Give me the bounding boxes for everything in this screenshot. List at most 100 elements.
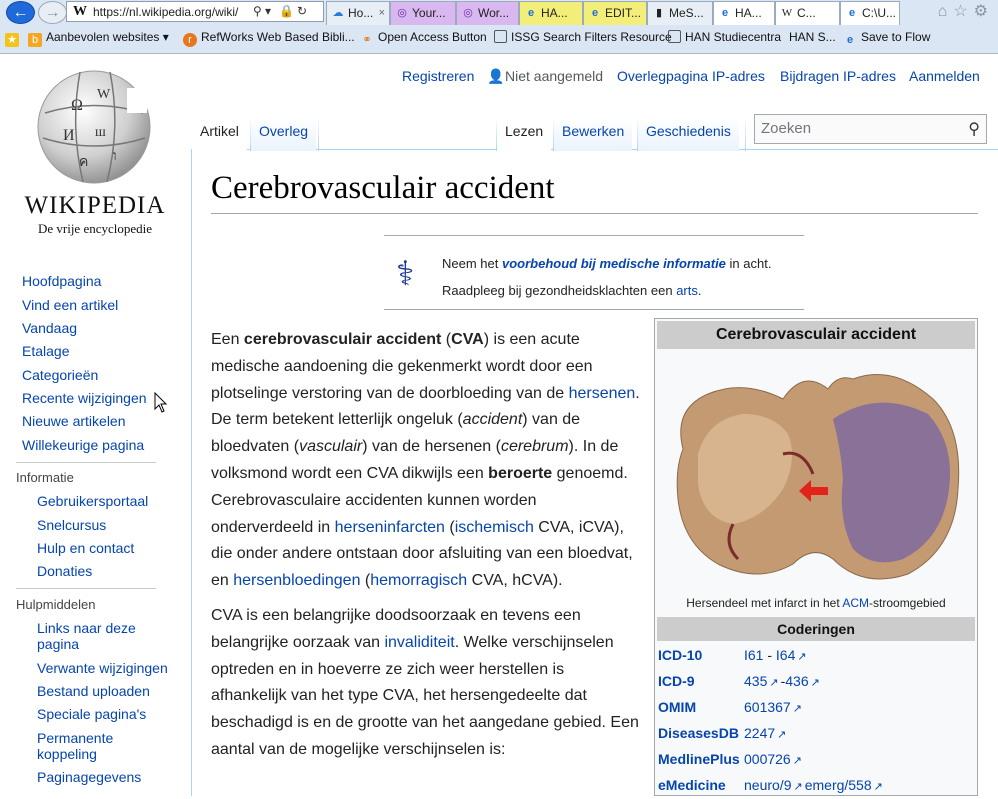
tab-label: Your... [412,6,446,20]
code-label[interactable]: ICD-9 [658,673,695,689]
sidebar-item-verwante-wijzigingen[interactable]: Verwante wijzigingen [37,660,168,676]
tab-history[interactable]: Geschiedenis [638,117,739,151]
address-bar[interactable]: W https://nl.wikipedia.org/wiki/ ⚲ ▾ 🔒 ↻ [66,1,324,22]
sidebar-item-recente-wijzigingen[interactable]: Recente wijzigingen [22,390,147,406]
sidebar-item-hoofdpagina[interactable]: Hoofdpagina [22,273,101,289]
codes-heading: Coderingen [657,617,975,641]
code-label[interactable]: MedlinePlus [658,751,740,767]
browser-tab-8[interactable]: W C... [775,1,840,25]
code-link[interactable]: 000726 [744,751,791,767]
sidebar-item-donaties[interactable]: Donaties [37,563,92,579]
code-label[interactable]: eMedicine [658,777,726,793]
browser-tab-4[interactable]: e HA... [519,1,583,25]
browser-tab-9[interactable]: e C:\U... [840,1,900,25]
search-icon[interactable]: ⚲ [253,4,262,18]
tab-edit[interactable]: Bewerken [554,117,633,151]
link-herseninfarcten[interactable]: herseninfarcten [335,519,445,536]
search-box[interactable]: Zoeken ⚲ [754,114,987,144]
browser-tab-6[interactable]: ▮ MeS... [647,1,713,25]
sidebar-heading-hulpmiddelen: Hulpmiddelen [16,597,96,612]
code-label[interactable]: DiseasesDB [658,725,739,741]
arts-link[interactable]: arts [676,283,698,298]
sidebar-item-willekeurige-pagina[interactable]: Willekeurige pagina [22,437,144,453]
tab-label: HA... [735,6,762,20]
refresh-icon[interactable]: ↻ [297,4,307,18]
code-link[interactable]: neuro/9 [744,777,791,793]
code-link[interactable]: 2247 [744,725,775,741]
tab-talk[interactable]: Overleg [251,117,317,151]
logo-tagline: De vrije encyclopedie [37,221,153,236]
link-hersenen[interactable]: hersenen [569,385,636,402]
contrib-ip-link[interactable]: Bijdragen IP-adres [780,68,896,84]
favorite-refworks[interactable]: r RefWorks Web Based Bibli... [183,30,355,47]
tab-read[interactable]: Lezen [497,117,552,151]
sidebar-item-speciale-pagina-s[interactable]: Speciale pagina's [37,706,146,722]
code-link[interactable]: 436 [785,673,808,689]
register-link[interactable]: Registreren [402,68,474,84]
wikipedia-logo[interactable]: Ω W И ш ו ค WIKIPEDIA De vrije encyclope… [20,66,170,242]
code-link[interactable]: 601367 [744,699,791,715]
tab-article[interactable]: Artikel [192,117,247,151]
brain-infarct-image[interactable] [663,359,969,589]
tab-label: Ho... [348,6,374,20]
browser-tab-3[interactable]: ◎ Wor... [456,1,519,25]
search-icon[interactable]: ⚲ [968,119,980,139]
favorites-bar: ★ b Aanbevolen websites ▾ r RefWorks Web B… [0,27,998,51]
home-icon[interactable]: ⌂ [938,3,954,20]
sidebar-item-categorie-n[interactable]: Categorieën [22,367,98,383]
talk-ip-link[interactable]: Overlegpagina IP-adres [617,68,765,84]
link-hersenbloedingen[interactable]: hersenbloedingen [233,572,360,589]
browser-tab-5[interactable]: e EDIT... [583,1,647,25]
code-link[interactable]: emerg/558 [805,777,872,793]
favorite-issg[interactable]: ISSG Search Filters Resource [494,30,672,44]
link-hemorragisch[interactable]: hemorragisch [370,572,467,589]
code-link[interactable]: I64 [776,647,795,663]
sidebar-item-vind-een-artikel[interactable]: Vind een artikel [22,297,118,313]
link-ischemisch[interactable]: ischemisch [455,519,534,536]
code-link[interactable]: 435 [744,673,767,689]
favorite-open-access[interactable]: ⚭ Open Access Button [360,30,486,47]
code-label[interactable]: ICD-10 [658,647,702,663]
sidebar-item-etalage[interactable]: Etalage [22,343,69,359]
notice-line-2: Raadpleeg bij gezondheidsklachten een ar… [442,283,702,298]
lock-icon[interactable]: 🔒 [279,4,294,18]
link-invaliditeit[interactable]: invaliditeit [384,634,454,651]
paragraph-intro: Een cerebrovasculair accident (CVA) is e… [211,331,640,590]
browser-tab-2[interactable]: ◎ Your... [390,1,456,25]
favorite-aanbevolen[interactable]: b Aanbevolen websites ▾ [28,30,169,47]
close-icon[interactable]: × [379,2,385,24]
sidebar-item-vandaag[interactable]: Vandaag [22,320,77,336]
code-link[interactable]: I61 [744,647,763,663]
link-acm[interactable]: ACM [842,596,869,610]
ie-icon: e [848,7,856,19]
medical-disclaimer-link[interactable]: voorbehoud bij medische informatie [502,256,726,271]
refworks-icon: r [183,33,197,47]
code-values: 435 ↗ -436 ↗ [744,673,822,689]
sidebar-item-hulp-en-contact[interactable]: Hulp en contact [37,540,134,556]
sidebar-item-links-naar-deze-pagina[interactable]: Links naar deze pagina [37,620,155,652]
favorites-star-icon[interactable]: ★ [5,30,23,47]
sidebar-item-nieuwe-artikelen[interactable]: Nieuwe artikelen [22,413,126,429]
tab-divider [745,117,746,151]
favorite-save-to-flow[interactable]: e Save to Flow [843,30,930,47]
back-button[interactable]: ← [6,1,35,24]
code-label[interactable]: OMIM [658,699,696,715]
dropdown-icon[interactable]: ▾ [265,4,271,18]
search-input[interactable]: Zoeken [761,120,811,137]
browser-tab-1[interactable]: ☁ Ho... × [326,1,390,25]
sidebar-item-gebruikersportaal[interactable]: Gebruikersportaal [37,493,148,509]
favorite-han-s[interactable]: HAN S... [789,30,836,44]
browser-tab-7[interactable]: e HA... [713,1,775,25]
sidebar-item-permanente-koppeling[interactable]: Permanente koppeling [37,730,155,762]
sidebar-item-paginagegevens[interactable]: Paginagegevens [37,769,141,785]
sidebar-item-bestand-uploaden[interactable]: Bestand uploaden [37,683,150,699]
favorite-han-studiecentra[interactable]: HAN Studiecentra [668,30,781,44]
paragraph-2: CVA is een belangrijke doodsoorzaak en t… [211,606,639,758]
star-icon[interactable]: ☆ [953,3,973,20]
login-link[interactable]: Aanmelden [909,68,980,84]
sidebar-item-snelcursus[interactable]: Snelcursus [37,517,106,533]
gear-icon[interactable]: ⚙ [974,3,994,20]
url-text[interactable]: https://nl.wikipedia.org/wiki/ [93,5,243,19]
forward-button[interactable]: → [38,1,67,24]
tab-label: C:\U... [862,6,897,20]
